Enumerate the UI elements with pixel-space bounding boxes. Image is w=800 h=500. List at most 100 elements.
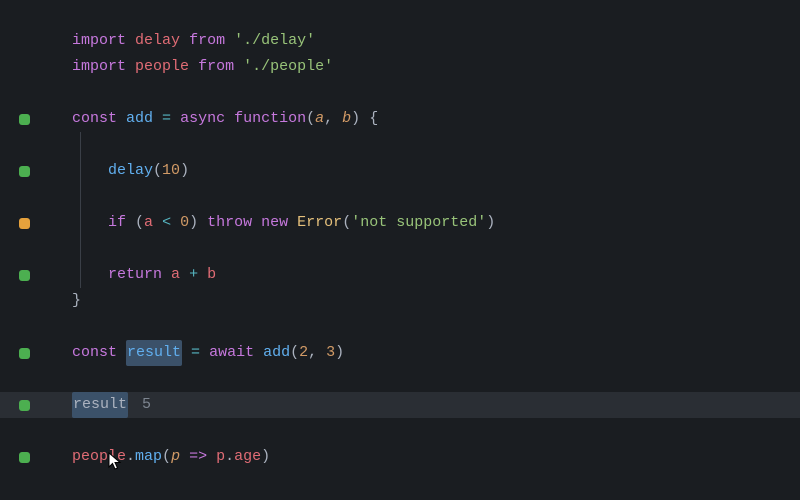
code-line-blank[interactable] <box>0 184 800 210</box>
keyword-function: function <box>234 106 306 132</box>
code-content: people.map(p => p.age) <box>48 444 270 470</box>
code-content: const add = async function(a, b) { <box>48 106 378 132</box>
keyword-throw: throw <box>207 210 252 236</box>
punctuation: , <box>324 106 342 132</box>
keyword-return: return <box>108 262 162 288</box>
punctuation: { <box>360 106 378 132</box>
punctuation: ) <box>351 106 360 132</box>
code-line[interactable]: const result = await add(2, 3) <box>0 340 800 366</box>
code-line-blank[interactable] <box>0 236 800 262</box>
gutter <box>0 270 48 281</box>
code-line[interactable]: delay(10) <box>0 158 800 184</box>
code-line-blank[interactable] <box>0 80 800 106</box>
indent-guide <box>80 236 81 262</box>
code-editor[interactable]: import delay from './delay' import peopl… <box>0 0 800 470</box>
method-call: map <box>135 444 162 470</box>
indent-guide <box>80 262 81 288</box>
code-line[interactable]: return a + b <box>0 262 800 288</box>
arrow: => <box>180 444 216 470</box>
parameter: b <box>342 106 351 132</box>
code-content: result 5 <box>48 392 151 418</box>
code-line[interactable]: people.map(p => p.age) <box>0 444 800 470</box>
coverage-dot-green <box>19 114 30 125</box>
keyword-if: if <box>108 210 126 236</box>
keyword-import: import <box>72 54 126 80</box>
indent-guide <box>80 184 81 210</box>
gutter <box>0 400 48 411</box>
punctuation: . <box>126 444 135 470</box>
keyword-from: from <box>189 28 225 54</box>
operator: < <box>153 210 180 236</box>
identifier: people <box>72 444 126 470</box>
code-content: const result = await add(2, 3) <box>48 340 344 366</box>
inline-result-value: 5 <box>142 392 151 418</box>
code-line[interactable]: if (a < 0) throw new Error('not supporte… <box>0 210 800 236</box>
identifier: a <box>144 210 153 236</box>
identifier-highlighted: result <box>126 340 182 366</box>
gutter <box>0 166 48 177</box>
operator: + <box>180 262 207 288</box>
code-content: return a + b <box>48 262 216 288</box>
code-content: import delay from './delay' <box>48 28 315 54</box>
identifier: a <box>171 262 180 288</box>
string-literal: 'not supported' <box>351 210 486 236</box>
code-line[interactable]: } <box>0 288 800 314</box>
identifier: b <box>207 262 216 288</box>
property: age <box>234 444 261 470</box>
gutter <box>0 114 48 125</box>
code-line-blank[interactable] <box>0 314 800 340</box>
identifier: add <box>126 106 153 132</box>
keyword-async: async <box>180 106 225 132</box>
code-line[interactable]: const add = async function(a, b) { <box>0 106 800 132</box>
import-name: delay <box>135 28 180 54</box>
indent-guide <box>80 158 81 184</box>
identifier: p <box>216 444 225 470</box>
function-call: delay <box>108 158 153 184</box>
punctuation: ( <box>342 210 351 236</box>
punctuation: ( <box>126 210 144 236</box>
code-line[interactable]: import delay from './delay' <box>0 28 800 54</box>
parameter: a <box>315 106 324 132</box>
punctuation: ( <box>162 444 171 470</box>
number-literal: 3 <box>326 340 335 366</box>
code-content: import people from './people' <box>48 54 333 80</box>
punctuation: ) <box>180 158 189 184</box>
number-literal: 10 <box>162 158 180 184</box>
punctuation: ) <box>189 210 207 236</box>
operator: = <box>182 340 209 366</box>
code-content: } <box>48 288 81 314</box>
import-name: people <box>135 54 189 80</box>
punctuation: ( <box>153 158 162 184</box>
keyword-const: const <box>72 106 117 132</box>
operator: = <box>153 106 180 132</box>
class-name: Error <box>297 210 342 236</box>
parameter: p <box>171 444 180 470</box>
identifier-highlighted: result <box>72 392 128 418</box>
gutter <box>0 452 48 463</box>
coverage-dot-green <box>19 166 30 177</box>
number-literal: 0 <box>180 210 189 236</box>
code-content: delay(10) <box>48 158 189 184</box>
number-literal: 2 <box>299 340 308 366</box>
function-call: add <box>263 340 290 366</box>
punctuation: ) <box>486 210 495 236</box>
keyword-from: from <box>198 54 234 80</box>
coverage-dot-green <box>19 400 30 411</box>
keyword-const: const <box>72 340 117 366</box>
indent-guide <box>80 132 81 158</box>
code-line[interactable]: import people from './people' <box>0 54 800 80</box>
coverage-dot-amber <box>19 218 30 229</box>
string-literal: './delay' <box>234 28 315 54</box>
punctuation: ) <box>335 340 344 366</box>
punctuation: ) <box>261 444 270 470</box>
coverage-dot-green <box>19 270 30 281</box>
code-line-blank[interactable] <box>0 418 800 444</box>
code-line-blank[interactable] <box>0 366 800 392</box>
gutter <box>0 218 48 229</box>
code-content: if (a < 0) throw new Error('not supporte… <box>48 210 495 236</box>
code-line-blank[interactable] <box>0 132 800 158</box>
gutter <box>0 348 48 359</box>
indent-guide <box>80 210 81 236</box>
code-line-current[interactable]: result 5 <box>0 392 800 418</box>
string-literal: './people' <box>243 54 333 80</box>
